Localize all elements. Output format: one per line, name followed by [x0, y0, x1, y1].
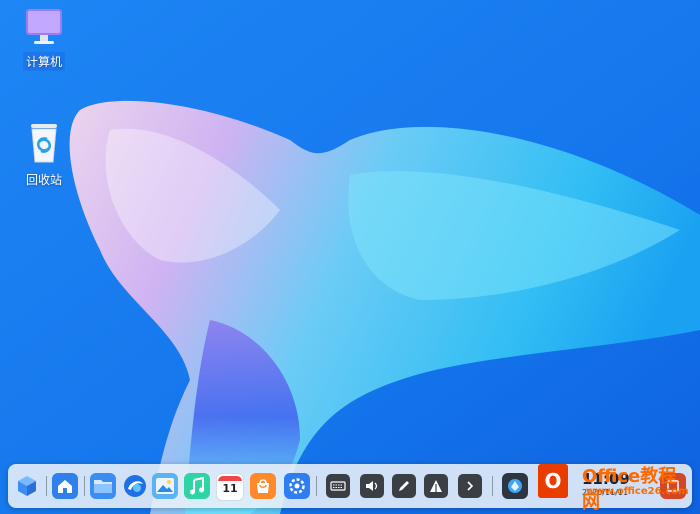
dock-separator	[316, 476, 317, 496]
dock-separator	[84, 476, 85, 496]
browser-icon	[124, 475, 146, 497]
tray-edit-button[interactable]	[392, 474, 416, 498]
dock-launcher-button[interactable]	[14, 473, 40, 499]
clock-time: 11:09	[582, 470, 630, 488]
notification-icon	[667, 480, 679, 492]
desktop-icon-trash[interactable]: 回收站	[14, 122, 74, 189]
chevron-right-icon	[467, 481, 474, 491]
pen-icon	[399, 481, 409, 491]
calendar-day: 11	[222, 481, 238, 495]
tray-volume-button[interactable]	[360, 474, 384, 498]
desktop-icon-label: 计算机	[22, 52, 65, 71]
desktop-icon-computer[interactable]: 计算机	[14, 6, 74, 71]
network-icon	[430, 480, 442, 492]
dock-separator	[492, 476, 493, 496]
tray-expand-button[interactable]	[458, 474, 482, 498]
home-icon	[58, 480, 72, 493]
tray-app-indicator[interactable]	[502, 473, 528, 499]
volume-icon	[366, 481, 378, 491]
dock-file-manager-button[interactable]	[90, 473, 116, 499]
trash-icon	[31, 124, 57, 163]
clock-date: 2020/11/11	[582, 488, 629, 497]
tray-network-button[interactable]	[424, 474, 448, 498]
music-icon	[190, 477, 204, 495]
keyboard-icon	[330, 481, 346, 491]
desktop-icon-label: 回收站	[25, 173, 62, 187]
dock-browser-button[interactable]	[122, 473, 148, 499]
store-bag-icon	[257, 479, 269, 493]
app-indicator-icon	[508, 479, 522, 493]
dock-calendar-button[interactable]: 11	[216, 473, 244, 501]
folder-icon	[94, 480, 112, 493]
tray-notification-button[interactable]	[660, 473, 686, 499]
image-icon	[156, 478, 174, 494]
dock-music-button[interactable]	[184, 473, 210, 499]
tray-clock[interactable]: 11:09 2020/11/11	[582, 470, 652, 498]
taskbar-dock: 11 11:09 2020/11/11	[8, 464, 692, 508]
dock-settings-button[interactable]	[284, 473, 310, 499]
dock-home-button[interactable]	[52, 473, 78, 499]
tray-keyboard-button[interactable]	[326, 474, 350, 498]
launcher-cube-icon	[18, 476, 36, 496]
gear-icon	[289, 478, 305, 494]
computer-icon	[26, 9, 62, 44]
dock-image-viewer-button[interactable]	[152, 473, 178, 499]
dock-app-store-button[interactable]	[250, 473, 276, 499]
dock-separator	[46, 476, 47, 496]
desktop-wallpaper	[0, 0, 700, 514]
